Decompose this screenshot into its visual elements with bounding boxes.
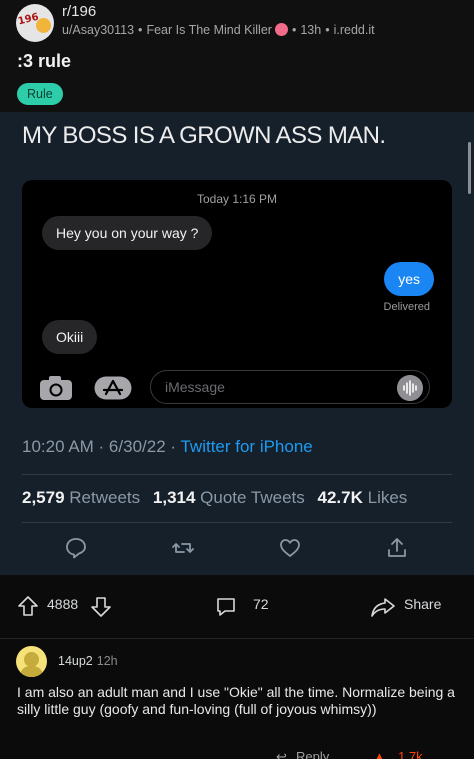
audio-wave-icon[interactable]	[397, 375, 423, 401]
avatar-head	[24, 652, 39, 667]
imessage-placeholder: iMessage	[165, 379, 225, 395]
subreddit-avatar[interactable]: 196	[16, 4, 54, 42]
subreddit-name[interactable]: r/196	[62, 3, 96, 20]
reply-button[interactable]: Reply	[296, 749, 329, 759]
divider	[22, 474, 452, 475]
user-avatar[interactable]	[16, 646, 47, 677]
comment-upvote-icon[interactable]: ▲	[373, 749, 386, 759]
tweet-image[interactable]: MY BOSS IS A GROWN ASS MAN. Today 1:16 P…	[0, 112, 474, 575]
flair-emoji-icon	[274, 23, 288, 36]
post-score: 4888	[47, 596, 79, 612]
scrollbar[interactable]	[468, 142, 471, 194]
comment-icon[interactable]	[214, 595, 238, 619]
post-header: 196 r/196 u/Asay30113 • Fear Is The Mind K…	[0, 0, 474, 112]
tweet-stats: 2,579 Retweets 1,314 Quote Tweets 42.7K …	[22, 488, 407, 508]
outgoing-message: yes	[384, 262, 434, 296]
reddit-share-icon[interactable]	[370, 595, 396, 619]
comment-age: 12h	[96, 654, 118, 668]
tweet-text: MY BOSS IS A GROWN ASS MAN.	[22, 122, 386, 149]
subreddit-avatar-mascot	[36, 18, 51, 33]
avatar-body	[20, 666, 43, 677]
tweet-source: Twitter for iPhone	[180, 437, 313, 456]
incoming-message: Okiii	[42, 320, 98, 354]
delivered-status: Delivered	[383, 301, 430, 313]
retweets-label: Retweets	[69, 488, 141, 507]
downvote-icon[interactable]	[90, 596, 112, 618]
divider	[22, 522, 452, 523]
comment-meta: 14up2 12h	[58, 654, 118, 668]
camera-icon	[40, 376, 72, 400]
separator-dot: •	[291, 23, 297, 37]
post-action-bar: 4888 72 Share	[0, 575, 474, 639]
quotes-count: 1,314	[152, 488, 196, 507]
likes-count: 42.7K	[317, 488, 363, 507]
comment-count[interactable]: 72	[253, 596, 269, 612]
imessage-input[interactable]: iMessage	[150, 370, 430, 404]
retweet-icon	[172, 543, 194, 553]
post-domain[interactable]: i.redd.it	[334, 23, 375, 37]
share-button[interactable]: Share	[404, 596, 441, 612]
post-flair[interactable]: Rule	[17, 83, 63, 105]
author-flair: Fear Is The Mind Killer	[146, 23, 272, 37]
app-store-icon	[94, 376, 132, 400]
heart-icon	[280, 539, 300, 557]
post-age: 13h	[300, 23, 322, 37]
reply-icon[interactable]: ↩	[276, 749, 287, 759]
comment-actions: ↩ Reply ▲ 1.7k	[270, 749, 470, 759]
comment-score: 1.7k	[398, 749, 423, 759]
post-meta: u/Asay30113 • Fear Is The Mind Killer • 13h •…	[62, 23, 375, 37]
comment-text: I am also an adult man and I use "Okie" …	[17, 684, 455, 717]
comment-username[interactable]: 14up2	[58, 654, 93, 668]
likes-label: Likes	[367, 488, 408, 507]
tweet-timestamp: 10:20 AM · 6/30/22 · Twitter for iPhone	[22, 437, 313, 457]
tweet-time: 10:20 AM · 6/30/22 ·	[22, 437, 181, 456]
separator-dot: •	[325, 23, 330, 37]
quotes-label: Quote Tweets	[200, 488, 305, 507]
incoming-message: Hey you on your way ?	[42, 216, 213, 250]
post-title[interactable]: :3 rule	[17, 51, 71, 72]
share-icon	[388, 538, 406, 557]
reply-icon	[66, 538, 86, 559]
separator-dot: •	[138, 23, 143, 37]
imessage-timestamp: Today 1:16 PM	[196, 192, 278, 206]
upvote-icon[interactable]	[17, 595, 39, 617]
retweets-count: 2,579	[22, 488, 65, 507]
imessage-screenshot: Today 1:16 PM Hey you on your way ? yes …	[22, 180, 452, 408]
comment: 14up2 12h I am also an adult man and I us…	[0, 639, 474, 759]
post-author[interactable]: u/Asay30113	[62, 23, 134, 37]
